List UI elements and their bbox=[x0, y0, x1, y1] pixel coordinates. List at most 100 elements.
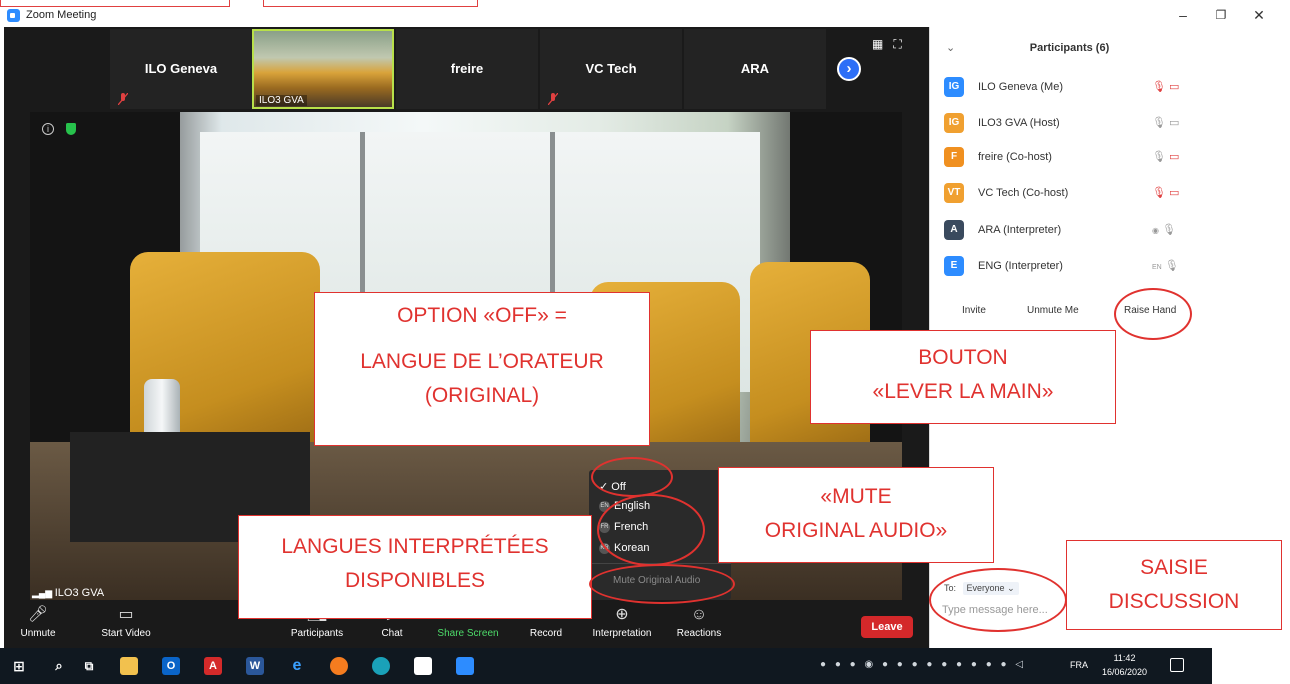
participant-tile[interactable]: freire bbox=[396, 29, 538, 109]
title-bar: Zoom Meeting – ❐ ✕ bbox=[0, 0, 1290, 27]
restore-icon[interactable]: ❐ bbox=[1206, 5, 1236, 25]
highlight-ring bbox=[1114, 288, 1192, 340]
info-icon[interactable]: i bbox=[42, 123, 54, 135]
video-off-icon: ▭ bbox=[1169, 151, 1180, 163]
participant-name: ENG (Interpreter) bbox=[978, 260, 1063, 272]
windows-start-icon[interactable]: ⊞ bbox=[10, 657, 28, 675]
gallery-view-icon[interactable]: ▦⛶ bbox=[872, 37, 912, 52]
reactions-label: Reactions bbox=[676, 628, 722, 639]
photos-icon[interactable] bbox=[414, 657, 432, 675]
video-off-icon: ▭ bbox=[1169, 187, 1180, 199]
tile-name: VC Tech bbox=[585, 61, 637, 76]
notification-icon[interactable] bbox=[1170, 658, 1184, 672]
annotation-raise-hand: BOUTON «LEVER LA MAIN» bbox=[810, 330, 1116, 424]
annotation-line: SAISIE bbox=[1140, 556, 1208, 579]
system-tray-icons[interactable]: ● ● ● ◉ ● ● ● ● ● ● ● ● ● ◁ bbox=[820, 659, 1026, 670]
close-icon[interactable]: ✕ bbox=[1244, 5, 1274, 25]
annotation-line: LANGUE DE L’ORATEUR bbox=[360, 350, 604, 373]
taskbar-clock[interactable]: 11:42 16/06/2020 bbox=[1102, 651, 1147, 679]
annotation-line: BOUTON bbox=[918, 346, 1008, 369]
invite-button[interactable]: Invite bbox=[962, 305, 986, 316]
avatar: VT bbox=[944, 183, 964, 203]
mic-icon: 🎙︎ bbox=[1152, 117, 1166, 129]
reactions-button[interactable]: ☺ Reactions bbox=[672, 606, 726, 639]
avatar: F bbox=[944, 147, 964, 167]
participant-name: ARA (Interpreter) bbox=[978, 224, 1062, 236]
annotation-mute-original: «MUTE ORIGINAL AUDIO» bbox=[718, 467, 994, 563]
browser-icon[interactable] bbox=[372, 657, 390, 675]
zoom-taskbar-icon[interactable] bbox=[456, 657, 474, 675]
search-icon[interactable]: ⌕ bbox=[50, 657, 68, 675]
annotation-stub bbox=[0, 0, 230, 7]
zoom-app-icon bbox=[7, 9, 20, 22]
tile-name: ILO3 GVA bbox=[256, 95, 307, 106]
muted-mic-icon: 🎙︎ bbox=[1152, 81, 1166, 93]
unmute-me-button[interactable]: Unmute Me bbox=[1027, 305, 1079, 316]
participant-status: 🎙︎ ▭ bbox=[1152, 80, 1212, 93]
interpreter-language-icon: ◉ bbox=[1152, 226, 1159, 235]
outlook-icon[interactable]: O bbox=[162, 657, 180, 675]
participant-row[interactable]: IG ILO3 GVA (Host) 🎙︎ ▭ bbox=[944, 113, 1204, 135]
avatar: IG bbox=[944, 77, 964, 97]
participant-status: EN 🎙︎ bbox=[1152, 259, 1212, 272]
participant-tile[interactable]: VC Tech bbox=[540, 29, 682, 109]
participant-status: 🎙︎ ▭ bbox=[1152, 186, 1212, 199]
signal-icon: ▂▄▆ bbox=[32, 588, 55, 598]
annotation-line: OPTION «OFF» = bbox=[397, 304, 567, 327]
share-screen-label: Share Screen bbox=[437, 628, 499, 639]
mic-icon: 🎙︎ bbox=[1152, 151, 1166, 163]
participant-tile[interactable]: ILO Geneva bbox=[110, 29, 252, 109]
participant-row[interactable]: E ENG (Interpreter) EN 🎙︎ bbox=[944, 256, 1204, 278]
edge-icon[interactable]: e bbox=[288, 657, 306, 675]
muted-mic-icon: 🎙︎ bbox=[1152, 187, 1166, 199]
unmute-label: Unmute bbox=[20, 628, 56, 639]
annotation-line: «MUTE bbox=[820, 485, 892, 508]
participant-status: 🎙︎ ▭ bbox=[1152, 150, 1212, 163]
participant-name: freire (Co-host) bbox=[978, 151, 1052, 163]
muted-mic-icon bbox=[118, 93, 128, 105]
clock-date: 16/06/2020 bbox=[1102, 667, 1148, 677]
participant-name: VC Tech (Co-host) bbox=[978, 187, 1069, 199]
participant-row[interactable]: VT VC Tech (Co-host) 🎙︎ ▭ bbox=[944, 183, 1204, 205]
annotation-off-option: OPTION «OFF» = LANGUE DE L’ORATEUR (ORIG… bbox=[314, 292, 650, 446]
annotation-line: ORIGINAL AUDIO» bbox=[764, 519, 948, 542]
shield-icon[interactable] bbox=[66, 123, 76, 135]
annotation-line: LANGUES INTERPRÉTÉES bbox=[281, 535, 549, 558]
mic-icon: 🎙︎ bbox=[1162, 224, 1177, 236]
gallery-strip: ILO Geneva ILO3 GVA freire VC Tech ARA ›… bbox=[4, 27, 929, 111]
leave-button[interactable]: Leave bbox=[861, 616, 913, 638]
participant-row[interactable]: A ARA (Interpreter) ◉ 🎙︎ bbox=[944, 220, 1204, 242]
participant-row[interactable]: F freire (Co-host) 🎙︎ ▭ bbox=[944, 147, 1204, 169]
annotation-languages: LANGUES INTERPRÉTÉES DISPONIBLES bbox=[238, 515, 592, 619]
participant-row[interactable]: IG ILO Geneva (Me) 🎙︎ ▭ bbox=[944, 77, 1204, 99]
participant-name: ILO3 GVA (Host) bbox=[978, 117, 1060, 129]
start-video-button[interactable]: ▭ Start Video bbox=[96, 606, 156, 639]
chevron-right-icon[interactable]: › bbox=[837, 57, 861, 81]
word-icon[interactable]: W bbox=[246, 657, 264, 675]
highlight-ring bbox=[589, 564, 735, 604]
participant-tile-video[interactable]: ILO3 GVA bbox=[252, 29, 394, 109]
avatar: A bbox=[944, 220, 964, 240]
start-video-label: Start Video bbox=[101, 628, 151, 639]
speaker-name-label: ▂▄▆ ILO3 GVA bbox=[32, 587, 104, 599]
participant-tile[interactable]: ARA bbox=[684, 29, 826, 109]
clock-time: 11:42 bbox=[1113, 653, 1136, 663]
globe-icon: ⊕ bbox=[615, 606, 629, 623]
video-off-icon: ▭ bbox=[118, 606, 134, 623]
annotation-line: DISCUSSION bbox=[1108, 590, 1240, 613]
firefox-icon[interactable] bbox=[330, 657, 348, 675]
task-view-icon[interactable]: ⧉ bbox=[80, 657, 98, 675]
video-icon: ▭ bbox=[1169, 117, 1180, 129]
screen: Zoom Meeting – ❐ ✕ ILO Geneva ILO3 GVA f… bbox=[0, 0, 1290, 684]
input-language[interactable]: FRA bbox=[1070, 660, 1088, 670]
chat-label: Chat bbox=[381, 628, 403, 639]
interpretation-button[interactable]: ⊕ Interpretation bbox=[587, 606, 657, 639]
annotation-line: (ORIGINAL) bbox=[424, 384, 540, 407]
tile-name: ILO Geneva bbox=[144, 61, 218, 76]
unmute-button[interactable]: 🎤︎ Unmute bbox=[18, 606, 58, 639]
file-explorer-icon[interactable] bbox=[120, 657, 138, 675]
minimize-icon[interactable]: – bbox=[1168, 5, 1198, 25]
interpretation-label: Interpretation bbox=[592, 628, 652, 639]
acrobat-icon[interactable]: A bbox=[204, 657, 222, 675]
participant-name: ILO Geneva (Me) bbox=[978, 81, 1063, 93]
